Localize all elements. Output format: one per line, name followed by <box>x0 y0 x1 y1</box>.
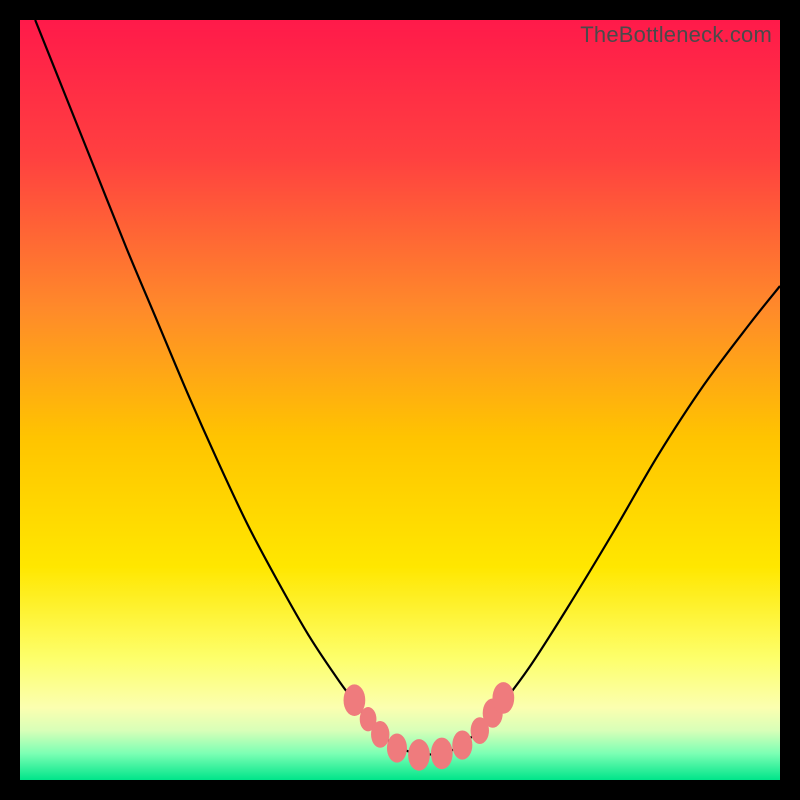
marker-dot <box>371 721 389 748</box>
marker-dot <box>387 733 407 762</box>
curve-left <box>35 20 423 755</box>
marker-dot <box>431 738 453 770</box>
marker-dot <box>452 730 472 759</box>
curve-layer <box>20 20 780 780</box>
marker-dot <box>408 739 430 771</box>
curve-right <box>423 286 780 755</box>
plot-area: TheBottleneck.com <box>20 20 780 780</box>
chart-frame: TheBottleneck.com <box>0 0 800 800</box>
marker-dot <box>492 682 514 714</box>
marker-group <box>344 682 515 771</box>
